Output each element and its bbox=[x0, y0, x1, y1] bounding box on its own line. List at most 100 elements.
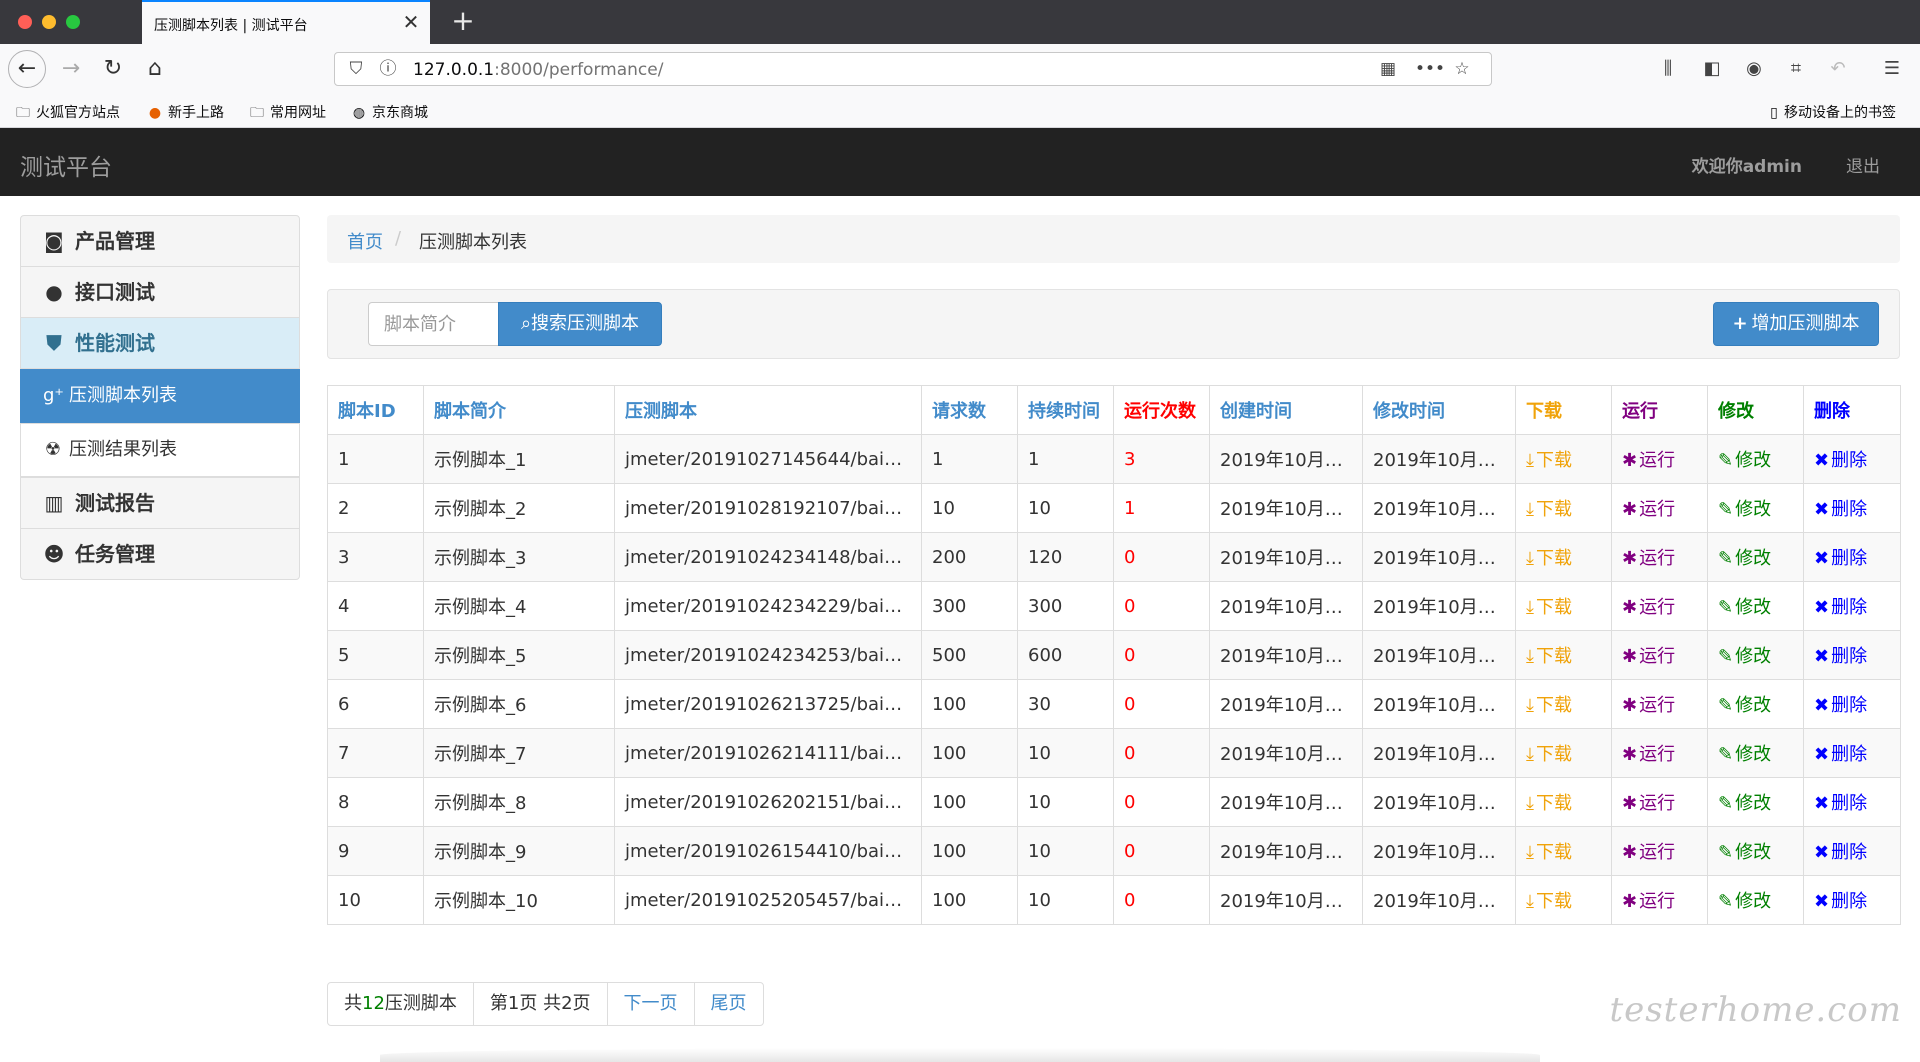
cell-id: 3 bbox=[327, 532, 424, 582]
watermark: testerhome.com bbox=[1609, 990, 1902, 1030]
next-page-link[interactable]: 下一页 bbox=[606, 982, 695, 1026]
window-close-control[interactable] bbox=[18, 15, 32, 29]
download-link[interactable]: ⤓ 下载 bbox=[1526, 842, 1572, 863]
more-actions-icon[interactable]: ••• bbox=[1415, 58, 1445, 80]
delete-link[interactable]: ✖ 删除 bbox=[1814, 597, 1867, 618]
add-script-button[interactable]: + 增加压测脚本 bbox=[1713, 302, 1879, 346]
logout-link[interactable]: 退出 bbox=[1846, 152, 1880, 177]
run-link[interactable]: ✱ 运行 bbox=[1622, 891, 1675, 912]
run-link[interactable]: ✱ 运行 bbox=[1622, 646, 1675, 667]
account-icon[interactable]: ◉ bbox=[1742, 57, 1766, 81]
delete-link[interactable]: ✖ 删除 bbox=[1814, 499, 1867, 520]
download-link[interactable]: ⤓ 下载 bbox=[1526, 597, 1572, 618]
close-icon: ✖ bbox=[1814, 548, 1830, 569]
delete-link[interactable]: ✖ 删除 bbox=[1814, 744, 1867, 765]
welcome-user[interactable]: 欢迎你admin bbox=[1692, 152, 1802, 177]
undo-icon[interactable]: ↶ bbox=[1826, 57, 1850, 81]
back-arrow-icon[interactable]: ← bbox=[8, 50, 46, 88]
library-icon[interactable]: ⫼ bbox=[1656, 57, 1680, 81]
total-prefix: 共 bbox=[344, 993, 362, 1014]
cell-run: ✱ 运行 bbox=[1611, 581, 1708, 631]
run-link[interactable]: ✱ 运行 bbox=[1622, 842, 1675, 863]
qr-code-icon[interactable]: ▦ bbox=[1377, 58, 1399, 80]
edit-icon: ✎ bbox=[1718, 744, 1734, 765]
run-link[interactable]: ✱ 运行 bbox=[1622, 450, 1675, 471]
delete-link[interactable]: ✖ 删除 bbox=[1814, 842, 1867, 863]
download-link[interactable]: ⤓ 下载 bbox=[1526, 548, 1572, 569]
edit-link[interactable]: ✎ 修改 bbox=[1718, 646, 1771, 667]
edit-link[interactable]: ✎ 修改 bbox=[1718, 891, 1771, 912]
sidebar-subitem-result-list[interactable]: ☢ 压测结果列表 bbox=[20, 423, 300, 477]
url-text[interactable]: 127.0.0.1:8000/performance/ bbox=[413, 60, 663, 80]
forward-arrow-icon[interactable]: → bbox=[56, 54, 86, 84]
edit-link[interactable]: ✎ 修改 bbox=[1718, 793, 1771, 814]
edit-link[interactable]: ✎ 修改 bbox=[1718, 695, 1771, 716]
edit-link[interactable]: ✎ 修改 bbox=[1718, 597, 1771, 618]
sidebar-item-product[interactable]: ◙ 产品管理 bbox=[20, 215, 300, 267]
last-page-link[interactable]: 尾页 bbox=[693, 982, 764, 1026]
star-icon[interactable]: ☆ bbox=[1451, 58, 1473, 80]
table-row: 1 示例脚本_1 jmeter/20191027145644/baidu... 1 1 3… bbox=[327, 434, 1901, 484]
url-bar[interactable]: ⛉ ⓘ 127.0.0.1:8000/performance/ ▦ ••• ☆ bbox=[334, 52, 1492, 86]
run-link[interactable]: ✱ 运行 bbox=[1622, 744, 1675, 765]
menu-icon[interactable]: ☰ bbox=[1880, 57, 1904, 81]
run-link[interactable]: ✱ 运行 bbox=[1622, 597, 1675, 618]
download-link[interactable]: ⤓ 下载 bbox=[1526, 695, 1572, 716]
bookmark-item[interactable]: ● 新手上路 bbox=[146, 102, 224, 122]
delete-link-label: 删除 bbox=[1831, 646, 1868, 667]
edit-link[interactable]: ✎ 修改 bbox=[1718, 499, 1771, 520]
cell-download: ⤓ 下载 bbox=[1515, 434, 1612, 484]
search-button[interactable]: ⌕搜索压测脚本 bbox=[498, 302, 662, 346]
download-link[interactable]: ⤓ 下载 bbox=[1526, 891, 1572, 912]
delete-link[interactable]: ✖ 删除 bbox=[1814, 646, 1867, 667]
home-icon[interactable]: ⌂ bbox=[140, 54, 170, 84]
sidebar-item-performance[interactable]: ⛊ 性能测试 bbox=[20, 317, 300, 369]
shield-icon[interactable]: ⛉ bbox=[345, 58, 367, 80]
mobile-bookmarks[interactable]: ▯ 移动设备上的书签 bbox=[1768, 102, 1896, 122]
edit-link[interactable]: ✎ 修改 bbox=[1718, 744, 1771, 765]
run-link[interactable]: ✱ 运行 bbox=[1622, 499, 1675, 520]
cell-runs: 0 bbox=[1113, 630, 1210, 680]
bookmark-item[interactable]: ◍ 京东商城 bbox=[350, 102, 428, 122]
run-link[interactable]: ✱ 运行 bbox=[1622, 548, 1675, 569]
download-link[interactable]: ⤓ 下载 bbox=[1526, 744, 1572, 765]
tab-close-icon[interactable]: ✕ bbox=[400, 11, 422, 33]
bookmark-item[interactable]: 🗀 火狐官方站点 bbox=[14, 102, 120, 126]
brand-title[interactable]: 测试平台 bbox=[20, 148, 112, 182]
info-icon[interactable]: ⓘ bbox=[377, 58, 399, 80]
delete-link[interactable]: ✖ 删除 bbox=[1814, 793, 1867, 814]
app-header: 测试平台 欢迎你admin 退出 bbox=[0, 128, 1920, 196]
run-link[interactable]: ✱ 运行 bbox=[1622, 695, 1675, 716]
sidebar-item-label: 任务管理 bbox=[75, 542, 155, 566]
screenshot-crop-icon[interactable]: ⌗ bbox=[1784, 57, 1808, 81]
sidebar-item-api-test[interactable]: ● 接口测试 bbox=[20, 266, 300, 318]
window-minimize-control[interactable] bbox=[42, 15, 56, 29]
download-link[interactable]: ⤓ 下载 bbox=[1526, 646, 1572, 667]
window-zoom-control[interactable] bbox=[66, 15, 80, 29]
new-tab-button[interactable]: + bbox=[450, 7, 476, 35]
sidebar-subitem-script-list[interactable]: g⁺ 压测脚本列表 bbox=[20, 369, 300, 423]
sidebar-item-report[interactable]: ▥ 测试报告 bbox=[20, 477, 300, 529]
download-link[interactable]: ⤓ 下载 bbox=[1526, 499, 1572, 520]
edit-link[interactable]: ✎ 修改 bbox=[1718, 548, 1771, 569]
delete-link[interactable]: ✖ 删除 bbox=[1814, 695, 1867, 716]
sidebar-item-task[interactable]: ☻ 任务管理 bbox=[20, 528, 300, 580]
edit-link[interactable]: ✎ 修改 bbox=[1718, 450, 1771, 471]
breadcrumb-home[interactable]: 首页 bbox=[347, 228, 383, 254]
edit-link[interactable]: ✎ 修改 bbox=[1718, 842, 1771, 863]
browser-tab-active[interactable]: 压测脚本列表 | 测试平台 ✕ bbox=[142, 0, 430, 44]
edit-link-label: 修改 bbox=[1735, 891, 1772, 912]
reload-icon[interactable]: ↻ bbox=[98, 54, 128, 84]
run-link[interactable]: ✱ 运行 bbox=[1622, 793, 1675, 814]
download-link[interactable]: ⤓ 下载 bbox=[1526, 793, 1572, 814]
delete-link[interactable]: ✖ 删除 bbox=[1814, 450, 1867, 471]
delete-link[interactable]: ✖ 删除 bbox=[1814, 548, 1867, 569]
search-input[interactable] bbox=[368, 302, 498, 346]
cell-edit: ✎ 修改 bbox=[1707, 434, 1804, 484]
download-link[interactable]: ⤓ 下载 bbox=[1526, 450, 1572, 471]
bookmark-item[interactable]: 🗀 常用网址 bbox=[248, 102, 326, 126]
sidebar-toggle-icon[interactable]: ◧ bbox=[1700, 57, 1724, 81]
delete-link[interactable]: ✖ 删除 bbox=[1814, 891, 1867, 912]
breadcrumb: 首页 / 压测脚本列表 bbox=[327, 215, 1900, 263]
cell-modified: 2019年10月2... bbox=[1362, 581, 1516, 631]
